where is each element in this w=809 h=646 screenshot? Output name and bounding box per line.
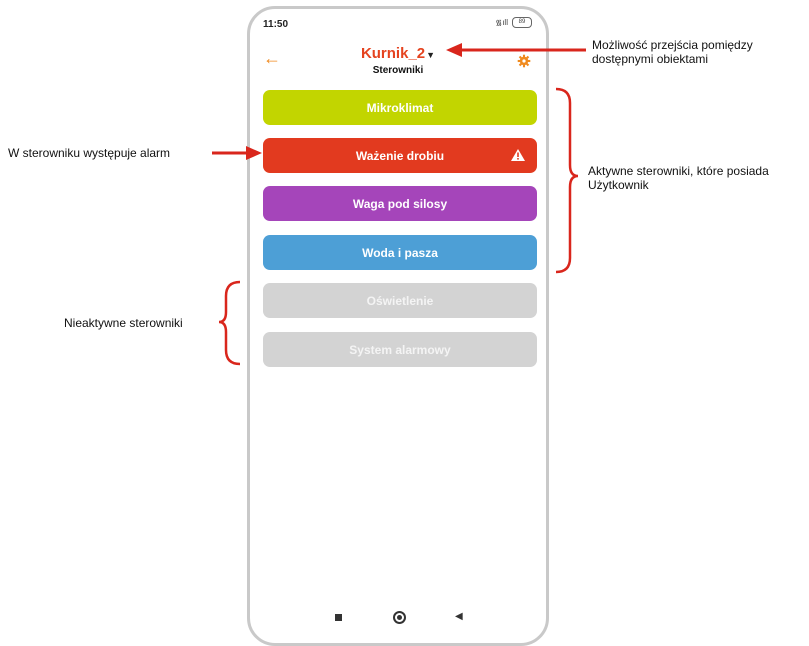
bracket-inactive (218, 280, 241, 366)
annotation-switch-objects-text: Możliwość przejścia pomiędzy dostępnymi … (592, 38, 753, 66)
annotation-active-text: Aktywne sterowniki, które posiada Użytko… (588, 164, 769, 192)
bracket-active (555, 87, 579, 274)
arrow-to-alarm (212, 146, 262, 160)
annotation-switch-objects: Możliwość przejścia pomiędzy dostępnymi … (592, 38, 753, 66)
arrow-to-title (446, 43, 586, 57)
annotation-inactive: Nieaktywne sterowniki (64, 316, 183, 330)
annotation-alarm: W sterowniku występuje alarm (8, 146, 171, 160)
annotation-active: Aktywne sterowniki, które posiada Użytko… (588, 164, 769, 192)
